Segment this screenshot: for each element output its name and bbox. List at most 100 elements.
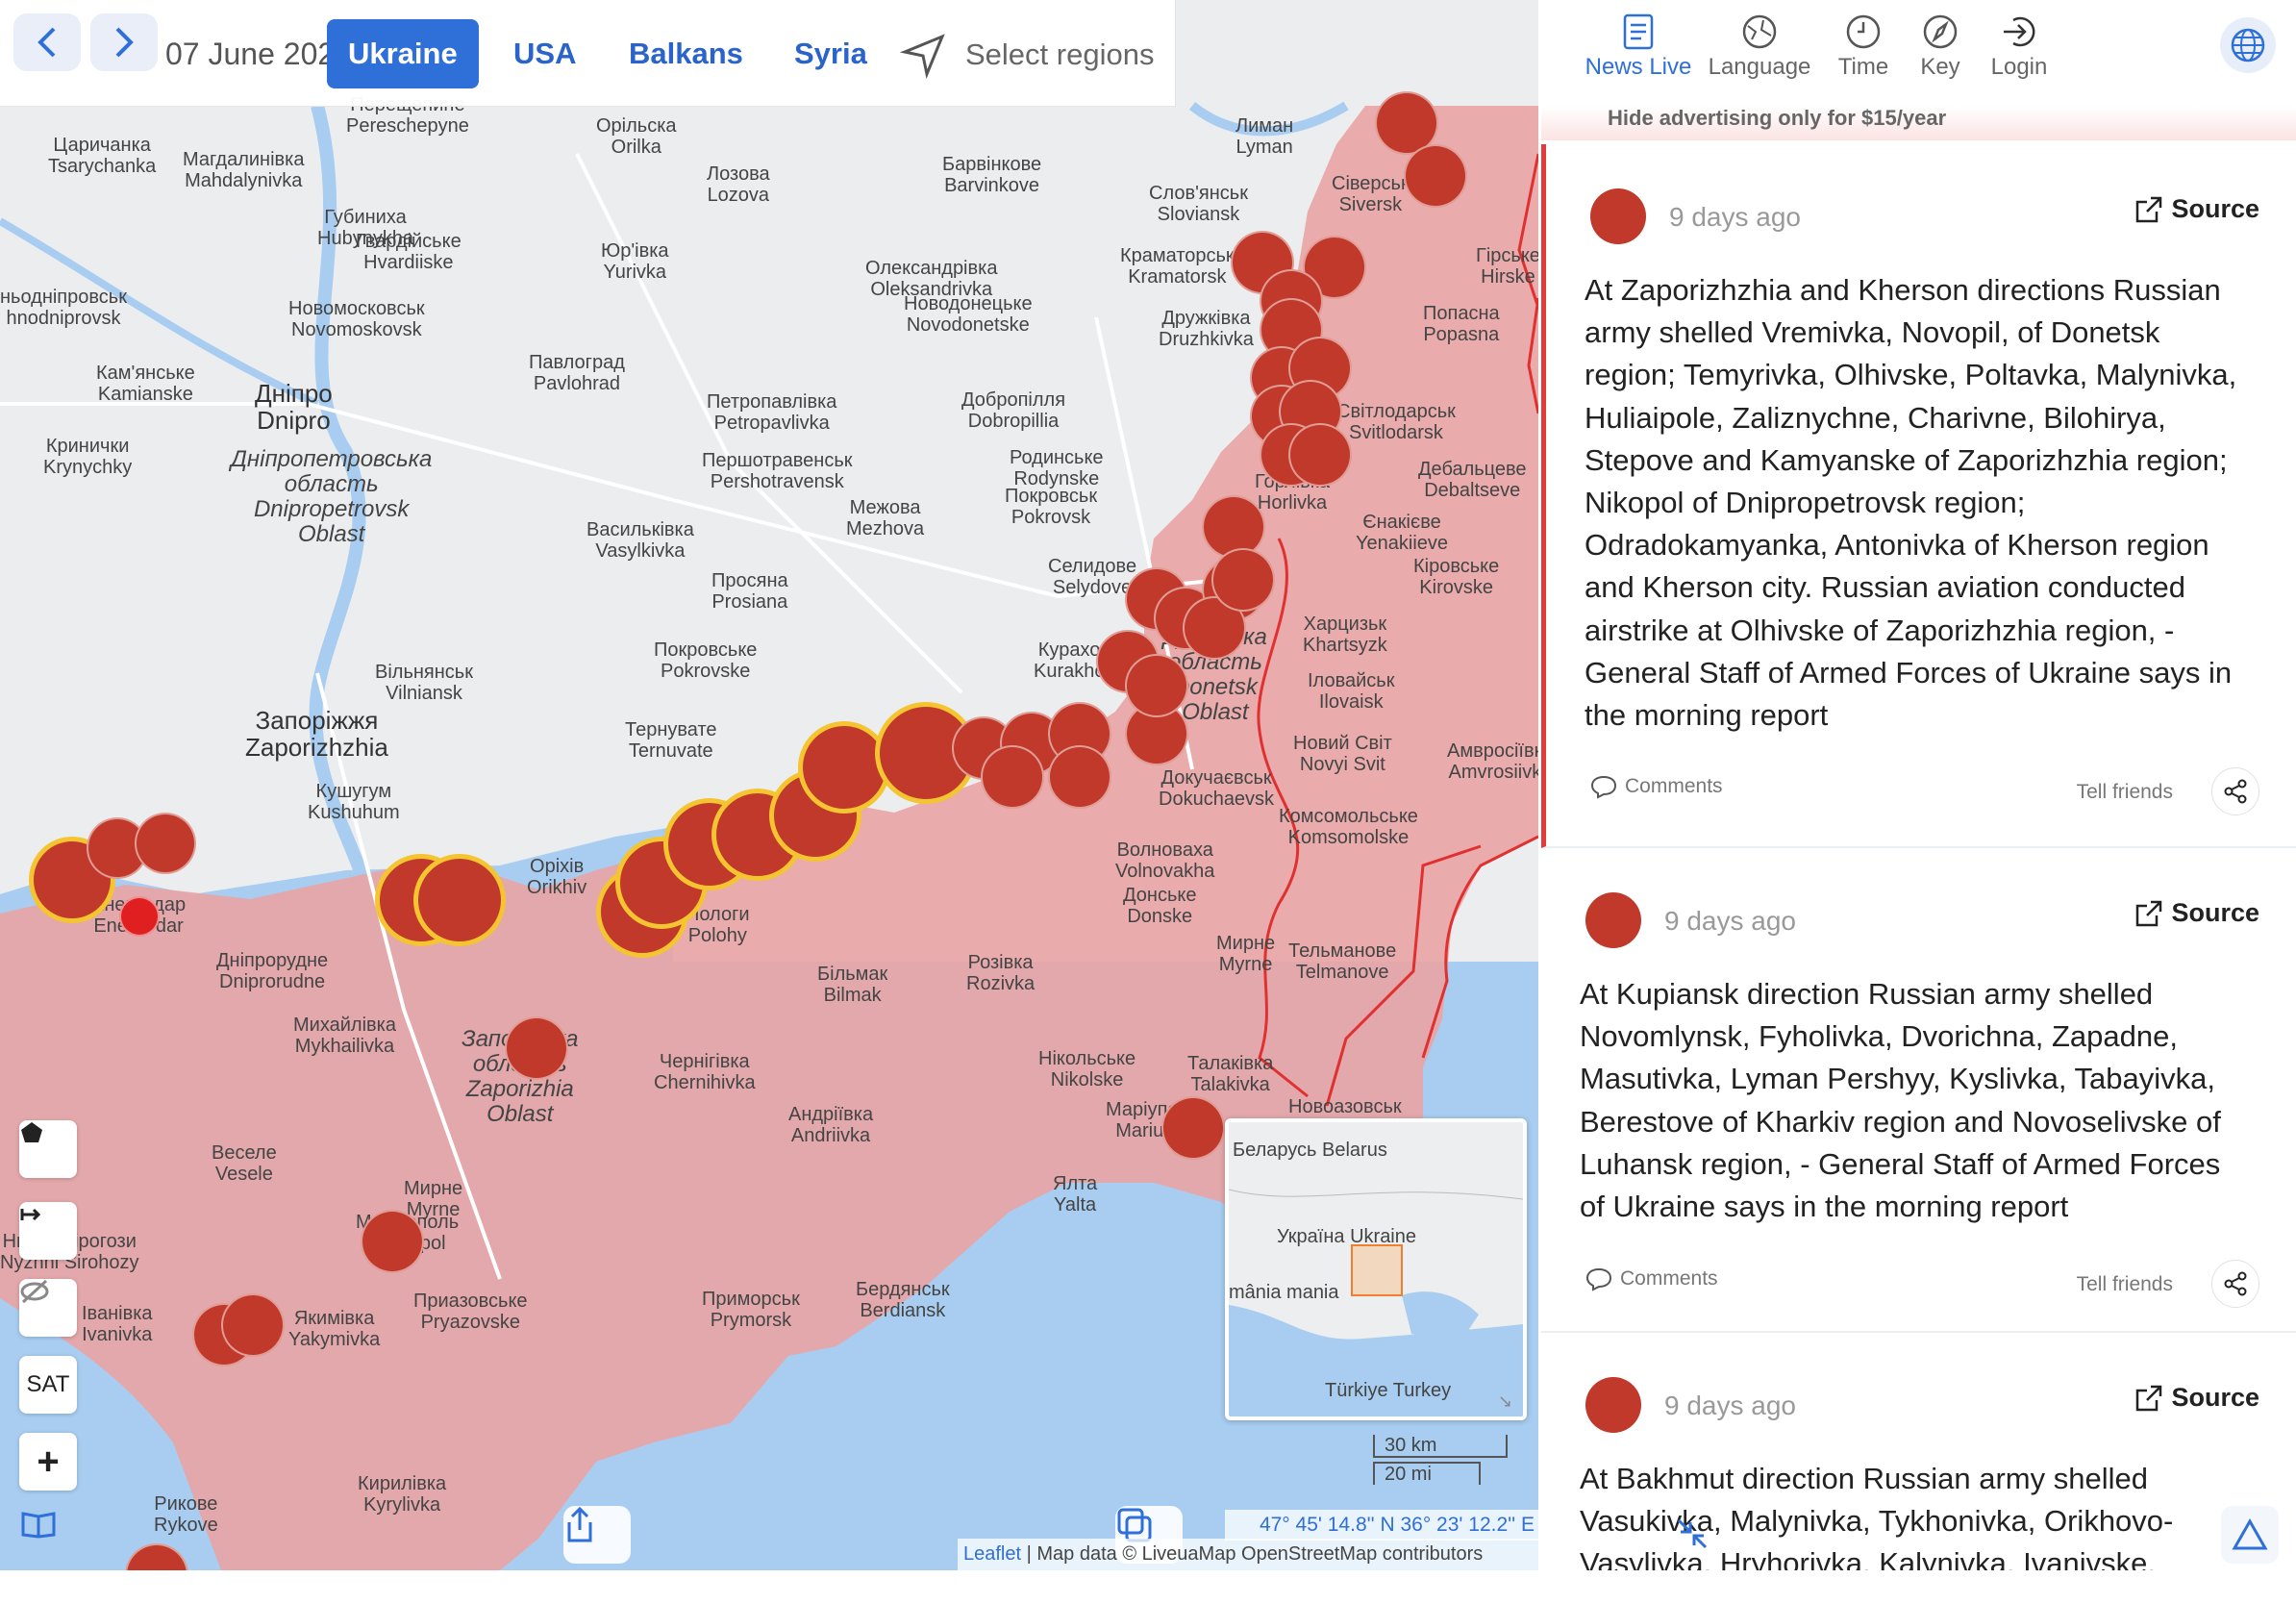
- strike-marker[interactable]: [221, 1293, 285, 1357]
- zoom-in-button[interactable]: +: [19, 1433, 77, 1491]
- place-label: Волноваха Volnovakha: [1115, 840, 1215, 882]
- news-time: 9 days ago: [1669, 202, 1801, 232]
- shelling-marker[interactable]: [1125, 654, 1188, 717]
- comments-button[interactable]: Comments: [1590, 774, 1723, 799]
- date-label[interactable]: 07 June 2023: [165, 37, 352, 72]
- hide-ads-link[interactable]: Hide advertising only for $15/year: [1608, 106, 1946, 131]
- place-label: Іванівка Ivanivka: [82, 1303, 153, 1345]
- scroll-top-button[interactable]: [2221, 1506, 2279, 1564]
- share-button[interactable]: [2211, 1260, 2259, 1308]
- tab-news-live[interactable]: News Live: [1576, 10, 1701, 98]
- region-usa[interactable]: USA: [492, 19, 597, 88]
- place-label: Гвардійське Hvardiiske: [356, 231, 462, 273]
- source-link[interactable]: Source: [2134, 1383, 2259, 1413]
- place-label: Сіверськ Siversk: [1332, 173, 1410, 215]
- place-label: Селидове Selydove: [1048, 556, 1137, 598]
- source-link[interactable]: Source: [2134, 194, 2259, 224]
- news-feed[interactable]: 9 days ago Source At Zaporizhzhia and Kh…: [1541, 144, 2296, 1570]
- place-label: Петропавлівка Petropavlivka: [707, 391, 837, 434]
- scale-bar: 30 km 20 mi: [1373, 1435, 1513, 1485]
- hide-layers-button[interactable]: [19, 1279, 77, 1337]
- right-header: News Live Language Time Key Login: [1541, 0, 2296, 106]
- news-item[interactable]: 9 days ago Source At Bakhmut direction R…: [1541, 1333, 2296, 1570]
- place-label: Веселе Vesele: [212, 1142, 277, 1185]
- region-syria[interactable]: Syria: [773, 19, 888, 88]
- place-label: Новий Світ Novyi Svit: [1293, 733, 1392, 775]
- book-button[interactable]: [19, 1508, 77, 1566]
- polygon-icon: [21, 1122, 42, 1142]
- share-icon: [567, 1506, 592, 1542]
- place-label: Світлодарськ Svitlodarsk: [1336, 401, 1456, 443]
- strike-marker[interactable]: [505, 1016, 568, 1080]
- external-link-icon: [2136, 900, 2162, 926]
- place-label: Слов'янськ Sloviansk: [1149, 183, 1248, 225]
- shelling-marker[interactable]: [981, 745, 1044, 809]
- place-label: Покровськ Pokrovsk: [1005, 486, 1098, 528]
- draw-polygon-button[interactable]: [19, 1120, 77, 1178]
- place-label: Магдалинівка Mahdalynivka: [183, 149, 305, 191]
- shelling-icon: [1585, 892, 1641, 948]
- place-label: Просяна Prosiana: [711, 570, 788, 613]
- place-label: Якимівка Yakymivka: [288, 1308, 381, 1350]
- comments-button[interactable]: Comments: [1585, 1266, 1718, 1291]
- clock-icon: [1846, 14, 1881, 49]
- navigation-arrow-icon: [900, 34, 945, 79]
- shelling-marker[interactable]: [135, 813, 196, 874]
- place-label: Більмак Bilmak: [817, 964, 888, 1006]
- place-label: Оріхів Orikhiv: [527, 856, 587, 898]
- leaflet-link[interactable]: Leaflet: [963, 1543, 1021, 1565]
- share-icon: [2224, 1271, 2247, 1296]
- map[interactable]: Перещепине PereschepyneЦаричанка Tsarych…: [0, 0, 1538, 1570]
- external-link-icon: [2136, 1385, 2162, 1411]
- news-icon: [1623, 13, 1654, 50]
- place-label: Чернігівка Chernihivka: [654, 1051, 756, 1093]
- place-label: Вільнянськ Vilniansk: [375, 662, 473, 704]
- place-label: Запоріжжя Zaporizhzhia: [245, 706, 388, 762]
- place-label: Бердянськ Berdiansk: [856, 1279, 950, 1321]
- place-label: Кам'янське Kamianske: [96, 363, 195, 405]
- shelling-marker[interactable]: [1404, 144, 1467, 208]
- shelling-marker[interactable]: [1211, 548, 1275, 612]
- tab-login[interactable]: Login: [1957, 10, 2082, 98]
- comment-icon: [1585, 1267, 1612, 1291]
- place-label: Орільска Orilka: [596, 115, 677, 158]
- region-ukraine[interactable]: Ukraine: [327, 19, 479, 88]
- news-item[interactable]: 9 days ago Source At Zaporizhzhia and Kh…: [1541, 144, 2296, 848]
- place-label: Рикове Rykove: [154, 1493, 218, 1536]
- place-label: Докучаєвськ Dokuchaevsk: [1159, 767, 1275, 810]
- minimap-label-romania: mânia mania: [1229, 1282, 1339, 1303]
- shelling-marker[interactable]: [413, 854, 506, 946]
- place-label: Новодонецьке Novodonetske: [904, 293, 1033, 336]
- place-label: Дніпро Dnipro: [255, 379, 333, 435]
- place-label: Новоазовськ: [1288, 1096, 1402, 1117]
- satellite-toggle[interactable]: SAT: [19, 1356, 77, 1414]
- globe-icon: [2231, 28, 2265, 63]
- place-label: Єнакієве Yenakiieve: [1356, 512, 1449, 554]
- place-label: Талаківка Talakivka: [1187, 1053, 1274, 1095]
- region-balkans[interactable]: Balkans: [608, 19, 764, 88]
- measure-button[interactable]: [19, 1202, 77, 1260]
- share-map-button[interactable]: [563, 1506, 631, 1564]
- news-item[interactable]: 9 days ago Source At Kupiansk direction …: [1541, 848, 2296, 1333]
- shelling-marker[interactable]: [1288, 423, 1352, 487]
- strike-marker[interactable]: [361, 1210, 424, 1273]
- place-label: Покровське Pokrovske: [654, 639, 758, 682]
- comments-label: Comments: [1620, 1267, 1718, 1290]
- nuclear-plant-marker[interactable]: [119, 896, 160, 937]
- comment-icon: [1590, 775, 1617, 799]
- globe-button[interactable]: [2220, 17, 2276, 73]
- shelling-marker[interactable]: [1048, 745, 1111, 809]
- minimap[interactable]: Беларусь Belarus Україна Ukraine mânia m…: [1225, 1118, 1527, 1420]
- share-button[interactable]: [2211, 767, 2259, 815]
- collapse-panel-button[interactable]: [1668, 1510, 1716, 1558]
- next-day-button[interactable]: [90, 13, 158, 71]
- minimap-collapse-icon[interactable]: ↘: [1498, 1391, 1517, 1411]
- strike-marker[interactable]: [1161, 1096, 1225, 1160]
- select-regions-button[interactable]: Select regions: [900, 21, 1154, 88]
- place-label: Кіровське Kirovske: [1413, 556, 1500, 598]
- place-label: Гірське Hirske: [1476, 245, 1538, 288]
- place-label: Кушугум Kushuhum: [308, 781, 400, 823]
- prev-day-button[interactable]: [13, 13, 81, 71]
- scale-km: 30 km: [1373, 1435, 1508, 1458]
- source-link[interactable]: Source: [2134, 898, 2259, 928]
